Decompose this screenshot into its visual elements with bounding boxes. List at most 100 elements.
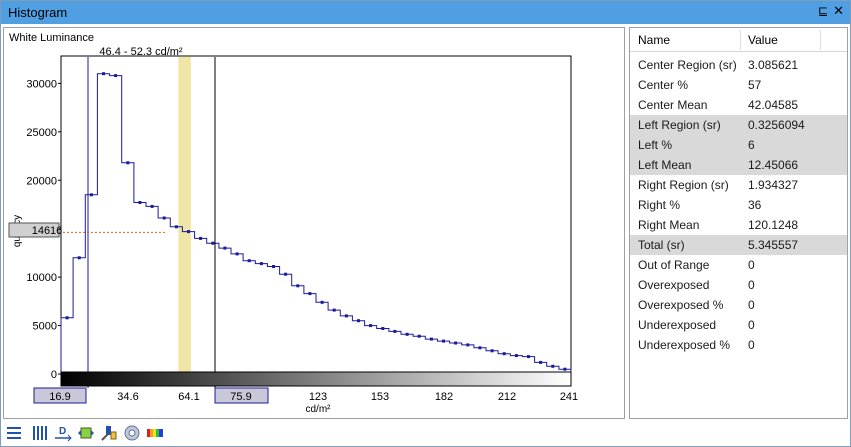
bin-marker [417, 334, 421, 338]
bin-marker [551, 364, 555, 368]
x-tick-label: 34.6 [117, 391, 138, 403]
row-value: 3.085621 [748, 58, 799, 72]
bin-marker [138, 201, 142, 204]
pin-icon[interactable]: ⊑ [818, 4, 828, 18]
bin-marker [126, 161, 130, 165]
bin-marker [102, 72, 105, 76]
table-row[interactable]: Out of Range 0 [630, 255, 847, 275]
row-name: Out of Range [638, 258, 710, 272]
row-value: 1.934327 [748, 178, 799, 192]
bin-marker [272, 265, 275, 268]
table-row[interactable]: Left Mean 12.45066 [630, 155, 847, 175]
bin-marker [527, 355, 530, 359]
settings-gear-icon[interactable] [123, 424, 143, 444]
columns-icon[interactable] [31, 424, 51, 444]
y-tick-label: 20000 [26, 175, 57, 187]
title-bar[interactable]: Histogram ⊑ ✕ [1, 1, 850, 24]
table-row[interactable]: Center % 57 [630, 75, 847, 95]
bin-marker [308, 292, 312, 296]
row-value: 5.345557 [748, 238, 799, 252]
x-tick-label: 212 [498, 391, 516, 403]
bin-marker [114, 74, 118, 78]
x-tick-label: 241 [560, 391, 578, 403]
bin-marker [478, 346, 482, 350]
window-title: Histogram [8, 5, 68, 20]
bin-marker [174, 225, 178, 229]
x-axis-unit: cd/m² [306, 404, 332, 415]
list-view-icon[interactable] [5, 424, 25, 444]
bin-marker [77, 256, 81, 260]
table-row[interactable]: Center Region (sr) 3.085621 [630, 55, 847, 75]
svg-text:D: D [59, 426, 66, 437]
row-value: 120.1248 [748, 218, 799, 232]
left-bound-value: 16.9 [49, 391, 70, 403]
y-tick-label: 30000 [26, 78, 57, 90]
header-separator[interactable] [820, 30, 821, 50]
table-row[interactable]: Overexposed % 0 [630, 295, 847, 315]
y-tick-label: 0 [51, 369, 57, 381]
bin-marker [539, 360, 543, 364]
row-value: 57 [748, 78, 762, 92]
table-row[interactable]: Left % 6 [630, 135, 847, 155]
bin-marker [466, 343, 470, 347]
y-tick-label: 25000 [26, 127, 57, 139]
header-separator[interactable] [740, 30, 741, 50]
row-name: Center % [638, 78, 689, 92]
measure-tool-icon[interactable] [100, 424, 120, 444]
bin-marker [296, 284, 300, 288]
row-name: Left % [638, 138, 673, 152]
color-palette-icon[interactable] [146, 424, 166, 444]
row-value: 36 [748, 198, 762, 212]
bin-markers [65, 72, 567, 371]
bin-marker [89, 193, 93, 197]
table-row[interactable]: Center Mean 42.04585 [630, 95, 847, 115]
row-name: Underexposed % [638, 338, 731, 352]
header-value[interactable]: Value [748, 33, 778, 47]
table-row[interactable]: Right % 36 [630, 195, 847, 215]
table-header: Name Value [630, 28, 847, 52]
row-value: 0 [748, 278, 755, 292]
bin-marker [344, 314, 348, 318]
row-value: 0 [748, 338, 755, 352]
distribution-icon[interactable]: D [54, 424, 74, 444]
bin-marker [211, 241, 215, 245]
row-name: Overexposed [638, 278, 710, 292]
table-row[interactable]: Total (sr) 5.345557 [630, 235, 847, 255]
row-name: Right % [638, 198, 681, 212]
table-row[interactable]: Right Mean 120.1248 [630, 215, 847, 235]
bin-marker [247, 259, 251, 263]
bin-marker [381, 327, 385, 330]
highlight-band [178, 57, 191, 374]
cursor-value: 14616 [32, 225, 63, 237]
row-name: Left Region (sr) [638, 118, 721, 132]
table-row[interactable]: Left Region (sr) 0.3256094 [630, 115, 847, 135]
header-name[interactable]: Name [638, 33, 670, 47]
table-row[interactable]: Overexposed 0 [630, 275, 847, 295]
x-tick-label: 64.1 [178, 391, 199, 403]
close-icon[interactable]: ✕ [833, 3, 844, 19]
row-name: Center Mean [638, 98, 708, 112]
row-name: Right Mean [638, 218, 700, 232]
bin-marker [369, 324, 373, 328]
bin-marker [187, 230, 190, 234]
x-tick-label: 153 [371, 391, 389, 403]
row-value: 0 [748, 298, 755, 312]
row-value: 6 [748, 138, 755, 152]
table-row[interactable]: Underexposed % 0 [630, 335, 847, 355]
right-bound-value: 75.9 [230, 391, 251, 403]
table-row[interactable]: Underexposed 0 [630, 315, 847, 335]
bin-marker [442, 339, 445, 343]
row-value: 12.45066 [748, 158, 799, 172]
table-row[interactable]: Right Region (sr) 1.934327 [630, 175, 847, 195]
histogram-chart[interactable]: White Luminance 46.4 - 52.3 cd/m² quency… [4, 28, 624, 418]
fit-range-icon[interactable] [77, 424, 97, 444]
luminance-gradient-bar [60, 371, 572, 387]
bin-marker [357, 319, 360, 323]
histogram-window: Histogram ⊑ ✕ White Luminance 46.4 - 52.… [0, 0, 851, 447]
bin-marker [563, 367, 567, 371]
bin-marker [405, 332, 409, 336]
bin-marker [502, 352, 506, 356]
row-name: Total (sr) [638, 238, 685, 252]
y-tick-label: 10000 [26, 272, 57, 284]
row-name: Center Region (sr) [638, 58, 737, 72]
